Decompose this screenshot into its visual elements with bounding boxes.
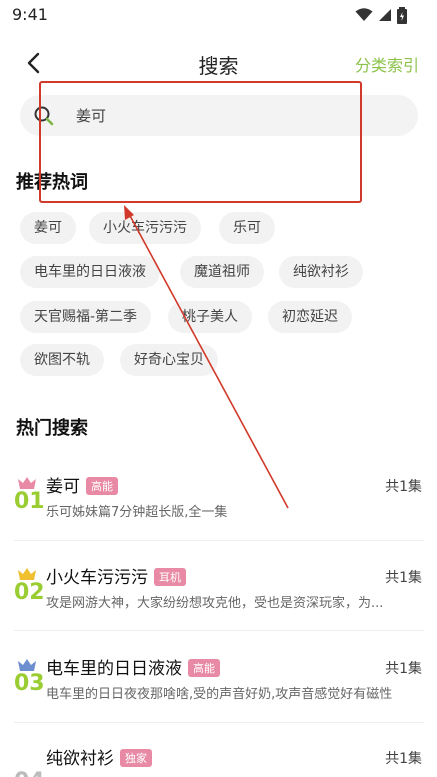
divider <box>14 540 424 541</box>
signal-icon <box>379 9 391 21</box>
hot-word-tag[interactable]: 小火车污污污 <box>89 212 201 244</box>
status-bar: 9:41 <box>0 0 437 32</box>
hot-word-tag[interactable]: 乐可 <box>219 212 275 244</box>
hot-item-badge: 高能 <box>86 477 118 495</box>
hot-word-tag[interactable]: 电车里的日日液液 <box>20 256 160 288</box>
rank-marker: 03 <box>14 658 45 696</box>
hot-item-title: 姜可 <box>46 477 80 497</box>
hot-word-tag[interactable]: 好奇心宝贝 <box>120 344 218 376</box>
hot-item-description: 乐可姊妹篇7分钟超长版,全一集 <box>46 505 228 520</box>
status-time: 9:41 <box>12 5 48 24</box>
recommend-section-title: 推荐热词 <box>16 172 88 193</box>
hot-item-title: 纯欲衬衫 <box>46 749 114 769</box>
hot-search-item[interactable]: 03 电车里的日日液液 高能 共1集 电车里的日日夜夜那啥啥,受的声音好奶,攻声音… <box>14 648 424 728</box>
wifi-icon <box>355 8 373 21</box>
hot-word-tag[interactable]: 姜可 <box>20 212 76 244</box>
rank-marker: 04 <box>14 770 45 777</box>
status-icons <box>355 6 407 24</box>
rank-number: 02 <box>14 580 45 605</box>
hot-word-tag[interactable]: 桃子美人 <box>168 301 252 333</box>
search-input[interactable] <box>76 95 396 136</box>
category-index-link[interactable]: 分类索引 <box>355 52 419 76</box>
crown-icon <box>18 568 36 580</box>
hot-word-tag[interactable]: 天官赐福-第二季 <box>20 301 152 333</box>
rank-marker: 02 <box>14 567 45 605</box>
hot-word-tag[interactable]: 初恋延迟 <box>268 301 352 333</box>
episode-count: 共1集 <box>385 751 422 767</box>
search-icon <box>34 106 54 126</box>
hot-search-item[interactable]: 04 纯欲衬衫独家 共1集 <box>14 738 424 777</box>
hot-item-badge: 高能 <box>188 659 220 677</box>
hot-item-description: 电车里的日日夜夜那啥啥,受的声音好奶,攻声音感觉好有磁性 <box>46 687 393 702</box>
episode-count: 共1集 <box>385 479 422 495</box>
hot-item-name: 姜可 高能 <box>46 472 118 497</box>
episode-count: 共1集 <box>385 570 422 586</box>
hot-word-tag[interactable]: 欲图不轨 <box>20 344 104 376</box>
hot-word-tag[interactable]: 魔道祖师 <box>180 256 264 288</box>
crown-icon <box>18 477 36 489</box>
hot-search-item[interactable]: 02 小火车污污污 耳机 共1集 攻是网游大神，大家纷纷想攻克他，受也是资深玩家，… <box>14 557 424 637</box>
hot-search-item[interactable]: 01 姜可 高能 共1集 乐可姊妹篇7分钟超长版,全一集 <box>14 466 424 546</box>
hot-item-name: 纯欲衬衫 独家 <box>46 744 152 769</box>
nav-bar: 搜索 分类索引 <box>0 42 437 82</box>
battery-icon <box>397 6 407 24</box>
hot-item-name: 小火车污污污 耳机 <box>46 563 186 588</box>
hot-item-title: 电车里的日日液液 <box>46 659 182 679</box>
rank-number: 04 <box>14 771 45 777</box>
hot-item-badge: 独家 <box>120 749 152 767</box>
rank-number: 03 <box>14 671 45 696</box>
hot-search-section-title: 热门搜索 <box>16 418 88 439</box>
rank-number: 01 <box>14 489 45 514</box>
hot-item-description: 攻是网游大神，大家纷纷想攻克他，受也是资深玩家，为... <box>46 596 384 611</box>
hot-item-title: 小火车污污污 <box>46 568 148 588</box>
search-bar[interactable] <box>20 95 418 136</box>
rank-marker: 01 <box>14 476 45 514</box>
divider <box>14 630 424 631</box>
crown-icon <box>18 659 36 671</box>
hot-item-badge: 耳机 <box>154 568 186 586</box>
hot-word-tag[interactable]: 纯欲衬衫 <box>279 256 363 288</box>
divider <box>14 722 424 723</box>
hot-item-name: 电车里的日日液液 高能 <box>46 654 220 679</box>
episode-count: 共1集 <box>385 661 422 677</box>
